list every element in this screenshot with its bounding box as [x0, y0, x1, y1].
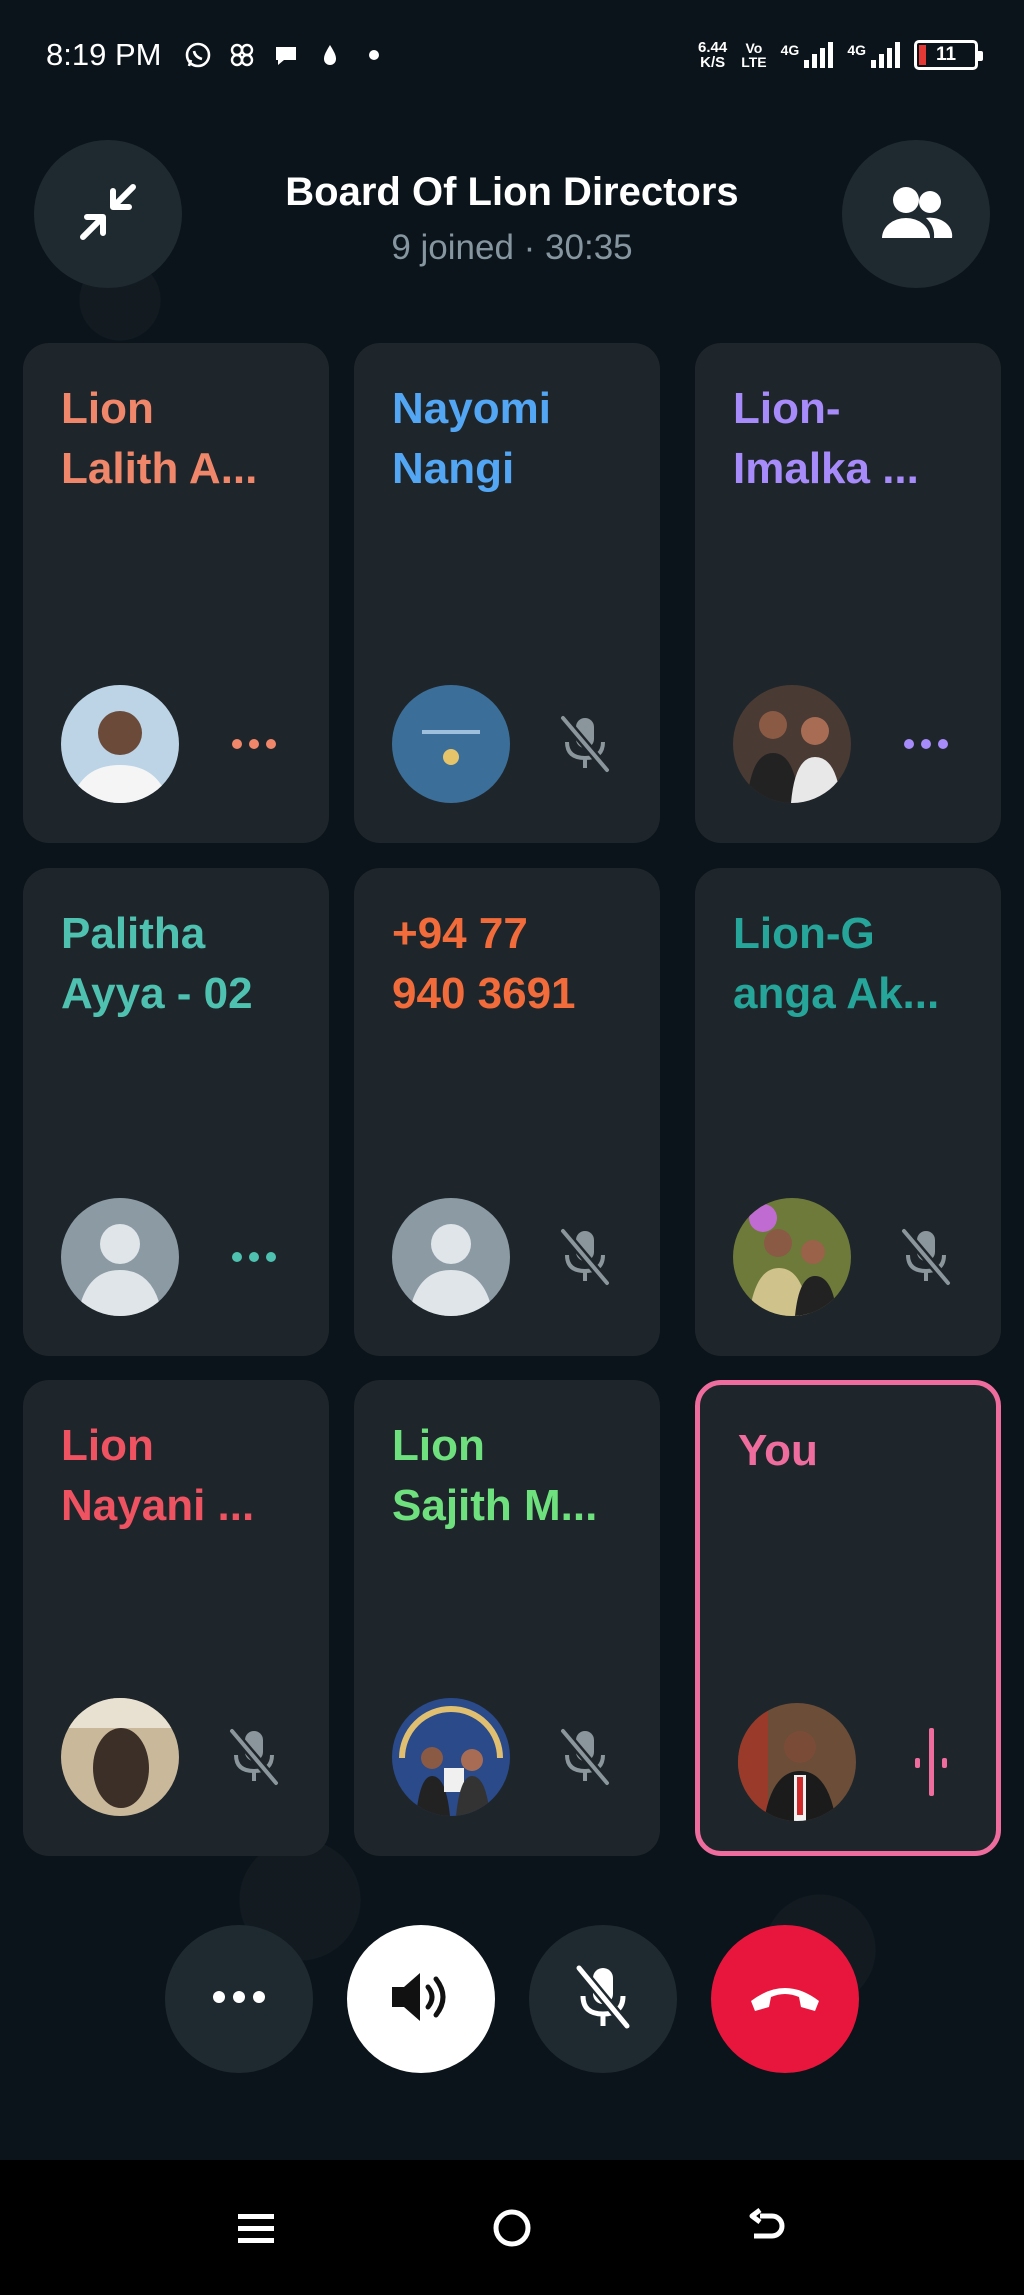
participant-name: Lion- Imalka ... — [733, 384, 919, 493]
participant-tile[interactable]: Lion-G anga Ak... — [695, 868, 1001, 1356]
signal-sim1-icon: 4G — [781, 42, 834, 68]
participant-avatar — [392, 685, 510, 803]
message-icon — [271, 40, 301, 70]
minimize-button[interactable] — [34, 140, 182, 288]
participant-name: You — [738, 1426, 818, 1475]
mic-off-icon — [573, 1962, 633, 2037]
speaking-indicator-icon — [896, 1727, 966, 1797]
participant-name: Palitha Ayya - 02 — [61, 909, 253, 1018]
connecting-dots-icon — [891, 709, 961, 779]
participant-tile[interactable]: Lion Sajith M... — [354, 1380, 660, 1856]
participant-tile[interactable]: You — [695, 1380, 1001, 1856]
participant-tile[interactable]: Lion Nayani ... — [23, 1380, 329, 1856]
mic-off-icon — [891, 1222, 961, 1292]
participant-avatar — [392, 1698, 510, 1816]
mute-button[interactable] — [529, 1925, 677, 2073]
participant-tile[interactable]: Lion- Imalka ... — [695, 343, 1001, 843]
home-button[interactable] — [472, 2190, 552, 2270]
participant-name: Lion Nayani ... — [61, 1421, 255, 1530]
participant-avatar — [61, 1698, 179, 1816]
app-icon — [227, 40, 257, 70]
battery-icon: 11 — [914, 40, 983, 70]
participant-tile[interactable]: +94 77 940 3691 — [354, 868, 660, 1356]
participant-name: Lion-G anga Ak... — [733, 909, 940, 1018]
participants-icon — [876, 182, 956, 247]
participant-tile[interactable]: Nayomi Nangi — [354, 343, 660, 843]
dot-icon — [359, 40, 389, 70]
more-options-button[interactable] — [165, 1925, 313, 2073]
participant-avatar — [61, 1198, 179, 1316]
connecting-dots-icon — [219, 709, 289, 779]
signal-sim2-icon: 4G — [847, 42, 900, 68]
mic-off-icon — [550, 709, 620, 779]
volte-indicator: Vo LTE — [741, 40, 767, 70]
status-time: 8:19 PM — [46, 37, 162, 72]
end-call-button[interactable] — [711, 1925, 859, 2073]
participant-tile[interactable]: Lion Lalith A... — [23, 343, 329, 843]
participant-avatar — [392, 1198, 510, 1316]
participant-name: Lion Lalith A... — [61, 384, 258, 493]
mic-off-icon — [219, 1722, 289, 1792]
minimize-arrows-icon — [73, 177, 143, 252]
drop-icon — [315, 40, 345, 70]
connecting-dots-icon — [219, 1222, 289, 1292]
call-title: Board Of Lion Directors — [285, 170, 739, 214]
participant-name: Lion Sajith M... — [392, 1421, 598, 1530]
mic-off-icon — [550, 1222, 620, 1292]
home-icon — [490, 2206, 534, 2255]
participants-button[interactable] — [842, 140, 990, 288]
network-speed: 6.44 K/S — [698, 39, 728, 71]
participant-name: Nayomi Nangi — [392, 384, 551, 493]
participant-avatar — [738, 1703, 856, 1821]
participant-avatar — [733, 685, 851, 803]
participant-tile[interactable]: Palitha Ayya - 02 — [23, 868, 329, 1356]
participant-avatar — [61, 685, 179, 803]
system-nav-bar — [0, 2160, 1024, 2295]
recents-icon — [236, 2208, 276, 2253]
mic-off-icon — [550, 1722, 620, 1792]
call-controls — [0, 1925, 1024, 2075]
recents-button[interactable] — [216, 2190, 296, 2270]
speaker-button[interactable] — [347, 1925, 495, 2073]
speaker-icon — [386, 1967, 456, 2032]
back-icon — [746, 2206, 790, 2255]
call-subtitle: 9 joined · 30:35 — [391, 228, 633, 267]
status-bar: 8:19 PM 6.44 K/S Vo LTE 4G 4G 11 — [0, 0, 1024, 110]
back-button[interactable] — [728, 2190, 808, 2270]
more-dots-icon — [209, 1987, 269, 2012]
participant-avatar — [733, 1198, 851, 1316]
end-call-icon — [745, 1977, 825, 2022]
call-header: Board Of Lion Directors 9 joined · 30:35 — [0, 140, 1024, 290]
whatsapp-icon — [183, 40, 213, 70]
participant-name: +94 77 940 3691 — [392, 909, 576, 1018]
